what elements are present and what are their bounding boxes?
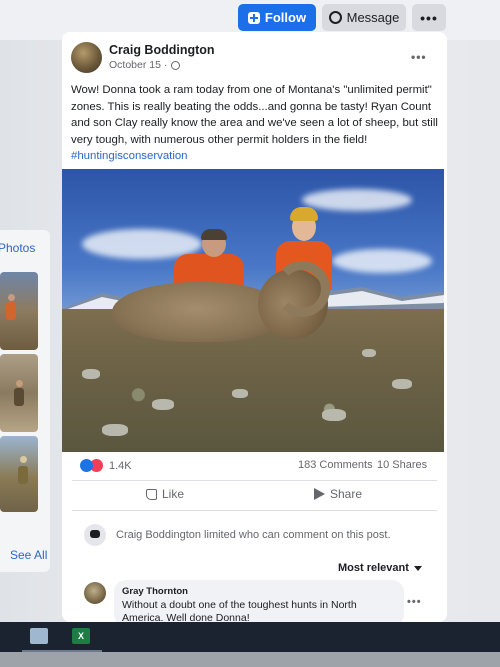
post-photo[interactable] xyxy=(62,169,444,452)
share-label: Share xyxy=(330,487,363,501)
globe-icon xyxy=(171,60,181,70)
bighorn-ram-horn xyxy=(274,261,330,317)
commenter-avatar[interactable] xyxy=(84,582,106,604)
speech-bubble-icon xyxy=(84,524,106,546)
like-label: Like xyxy=(162,487,185,501)
author-avatar[interactable] xyxy=(71,42,102,73)
post-card: Craig Boddington October 15 · ••• Wow! D… xyxy=(62,32,447,622)
thumbs-up-icon xyxy=(146,488,157,500)
hunter-man-cap xyxy=(201,229,227,240)
file-explorer-icon[interactable] xyxy=(30,628,48,644)
reactions-summary[interactable]: 1.4K xyxy=(80,459,132,472)
photos-sidebar: Photos See All xyxy=(0,230,50,572)
rock xyxy=(232,389,248,398)
hunter-figure xyxy=(14,388,24,406)
post-date: October 15 · xyxy=(109,59,168,71)
limit-notice-text: Craig Boddington limited who can comment… xyxy=(116,529,391,541)
messenger-icon xyxy=(328,11,342,24)
cloud xyxy=(302,189,412,211)
hunter-figure xyxy=(18,466,28,484)
rock xyxy=(82,369,100,379)
hunter-boy-beanie xyxy=(290,207,318,221)
excel-icon[interactable]: X xyxy=(72,628,90,644)
message-button[interactable]: Message xyxy=(322,4,406,31)
rock xyxy=(152,399,174,410)
follow-icon xyxy=(247,11,260,24)
rock xyxy=(322,409,346,421)
divider xyxy=(72,480,437,481)
follow-button[interactable]: Follow xyxy=(238,4,316,31)
message-label: Message xyxy=(346,10,400,25)
hunter-head xyxy=(16,380,23,387)
hashtag-link[interactable]: #huntingisconservation xyxy=(71,150,188,162)
post-text: Wow! Donna took a ram today from one of … xyxy=(71,84,438,146)
share-arrow-icon xyxy=(314,488,325,500)
comment-bubble: Gray Thornton Without a doubt one of the… xyxy=(114,580,404,622)
post-body: Wow! Donna took a ram today from one of … xyxy=(71,82,441,165)
commenter-name[interactable]: Gray Thornton xyxy=(122,586,396,597)
rock xyxy=(362,349,376,357)
monitor-bezel xyxy=(0,652,500,667)
comments-count-link[interactable]: 183 Comments xyxy=(298,459,373,471)
share-button[interactable]: Share xyxy=(314,487,362,501)
photo-thumbnail[interactable] xyxy=(0,436,38,512)
bighorn-ram xyxy=(112,282,282,342)
rock xyxy=(392,379,412,389)
post-options-button[interactable]: ••• xyxy=(411,50,427,64)
browser-screen: Follow Message ••• Photos See All Craig … xyxy=(0,0,500,622)
follow-label: Follow xyxy=(264,10,307,25)
comment-text: Without a doubt one of the toughest hunt… xyxy=(122,599,357,622)
post-timestamp[interactable]: October 15 · xyxy=(109,59,181,71)
photo-thumbnail[interactable] xyxy=(0,272,38,350)
cloud xyxy=(332,249,432,273)
see-all-photos-link[interactable]: See All xyxy=(10,548,47,562)
comment-limit-notice: Craig Boddington limited who can comment… xyxy=(84,524,424,546)
like-reaction-icon xyxy=(80,459,93,472)
comment-options-button[interactable]: ••• xyxy=(407,596,422,608)
like-button[interactable]: Like xyxy=(146,487,184,501)
chevron-down-icon xyxy=(413,565,422,571)
more-options-button[interactable]: ••• xyxy=(412,4,446,31)
hunter-figure xyxy=(6,302,16,320)
author-name[interactable]: Craig Boddington xyxy=(109,43,215,57)
photo-thumbnail[interactable] xyxy=(0,354,38,432)
rock xyxy=(102,424,128,436)
sort-label: Most relevant xyxy=(338,562,409,574)
photos-link[interactable]: Photos xyxy=(0,241,35,255)
hunter-head xyxy=(20,456,27,463)
comment-sort-dropdown[interactable]: Most relevant xyxy=(338,562,422,574)
hunter-head xyxy=(8,294,15,301)
divider xyxy=(72,510,437,511)
reaction-count: 1.4K xyxy=(109,459,132,472)
shares-count-link[interactable]: 10 Shares xyxy=(377,459,427,471)
